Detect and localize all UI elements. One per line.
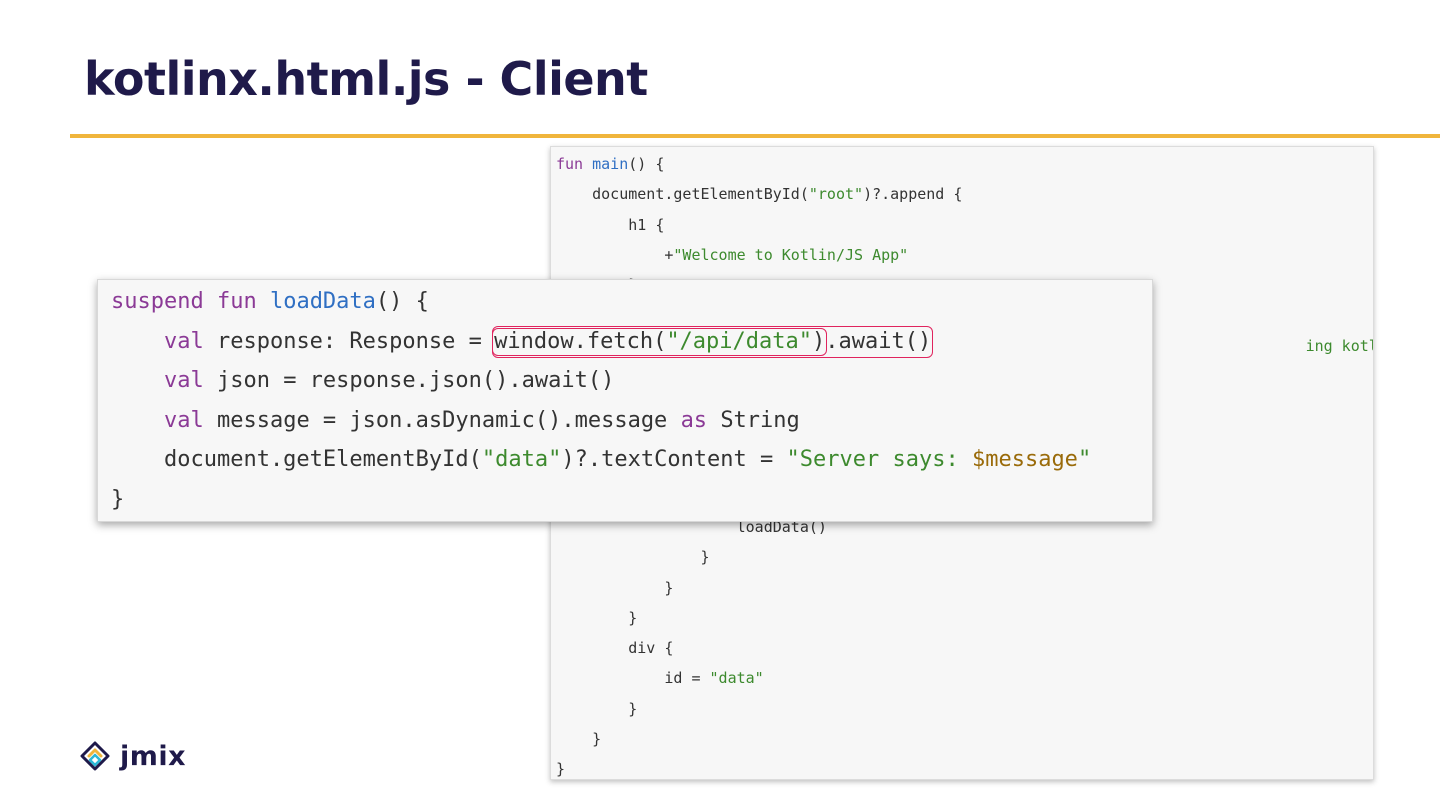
code-token: json = response.json().await() <box>216 368 615 393</box>
code-token: } <box>556 548 710 567</box>
code-token: } <box>556 608 638 627</box>
code-token: id = <box>556 669 710 688</box>
code-token: () { <box>375 289 429 314</box>
jmix-logo: jmix <box>80 738 186 774</box>
code-line: div { <box>556 633 1373 663</box>
code-line: document.getElementById("root")?.append … <box>556 179 1373 209</box>
code-line: document.getElementById("data")?.textCon… <box>111 440 1152 480</box>
await-call: .await() <box>825 328 932 354</box>
code-token: } <box>556 760 566 778</box>
code-line: } <box>111 480 1152 520</box>
title-divider <box>70 134 1440 138</box>
loaddata-code-snippet: suspend fun loadData() { val response: R… <box>97 279 1153 522</box>
code-token: response: Response = <box>216 328 496 354</box>
code-token: div { <box>556 639 674 657</box>
code-line: } <box>556 603 1373 633</box>
code-line: fun main() { <box>556 149 1373 179</box>
logo-wordmark: jmix <box>120 740 187 772</box>
code-token: } <box>111 486 125 512</box>
code-line: } <box>556 724 1373 754</box>
code-line: } <box>556 573 1373 603</box>
code-token: fun <box>216 289 270 314</box>
code-token: "Server says: <box>786 447 972 472</box>
code-token: "root" <box>808 185 864 204</box>
fetch-call-highlight: window.fetch("/api/data") <box>492 327 828 356</box>
code-token: val <box>163 407 217 433</box>
code-line: val json = response.json().await() <box>111 361 1152 401</box>
code-token: $message <box>971 447 1078 472</box>
code-token: String <box>720 407 800 433</box>
code-token: loadData <box>269 289 376 314</box>
fetch-await-highlight: window.fetch("/api/data").await() <box>492 325 934 358</box>
code-token: } <box>556 699 638 718</box>
code-token: "Welcome to Kotlin/JS App" <box>673 245 909 264</box>
code-line: } <box>556 542 1373 572</box>
code-token: as <box>680 407 721 433</box>
code-token: " <box>1077 447 1092 472</box>
code-line: h1 { <box>556 210 1373 240</box>
code-token: ing kotlinx.html.js." <box>1305 336 1373 355</box>
code-token: } <box>556 729 602 748</box>
code-token: "data" <box>709 669 764 688</box>
code-token: () { <box>628 155 665 173</box>
code-line: suspend fun loadData() { <box>111 282 1152 322</box>
loaddata-code-block: suspend fun loadData() { val response: R… <box>98 280 1152 519</box>
code-line: } <box>556 694 1373 724</box>
code-line: } <box>556 754 1373 779</box>
code-token: val <box>163 368 217 393</box>
code-line: val message = json.asDynamic().message a… <box>111 401 1152 441</box>
code-line-fetch: val response: Response = window.fetch("/… <box>111 322 1152 362</box>
code-token: )?.textContent = <box>561 447 787 472</box>
code-token: suspend <box>111 289 217 314</box>
code-token: fun <box>556 155 593 173</box>
code-token: "/api/data" <box>666 328 813 354</box>
code-token: main <box>592 155 629 173</box>
code-token: window.fetch( <box>494 328 667 354</box>
code-token: h1 { <box>556 215 665 234</box>
code-token: val <box>163 328 217 354</box>
slide-title: kotlinx.html.js - Client <box>84 52 648 106</box>
code-token: + <box>556 245 674 264</box>
code-token: document.getElementById( <box>111 447 482 472</box>
code-token: )?.append { <box>863 185 963 204</box>
code-token: document.getElementById( <box>556 185 809 204</box>
code-line: +"Welcome to Kotlin/JS App" <box>556 240 1373 270</box>
code-token: message = json.asDynamic().message <box>216 407 681 433</box>
code-token: ) <box>812 328 826 354</box>
code-token: } <box>556 578 674 597</box>
code-token: "data" <box>481 447 562 472</box>
code-line: id = "data" <box>556 663 1373 693</box>
jmix-logo-icon <box>80 741 110 771</box>
